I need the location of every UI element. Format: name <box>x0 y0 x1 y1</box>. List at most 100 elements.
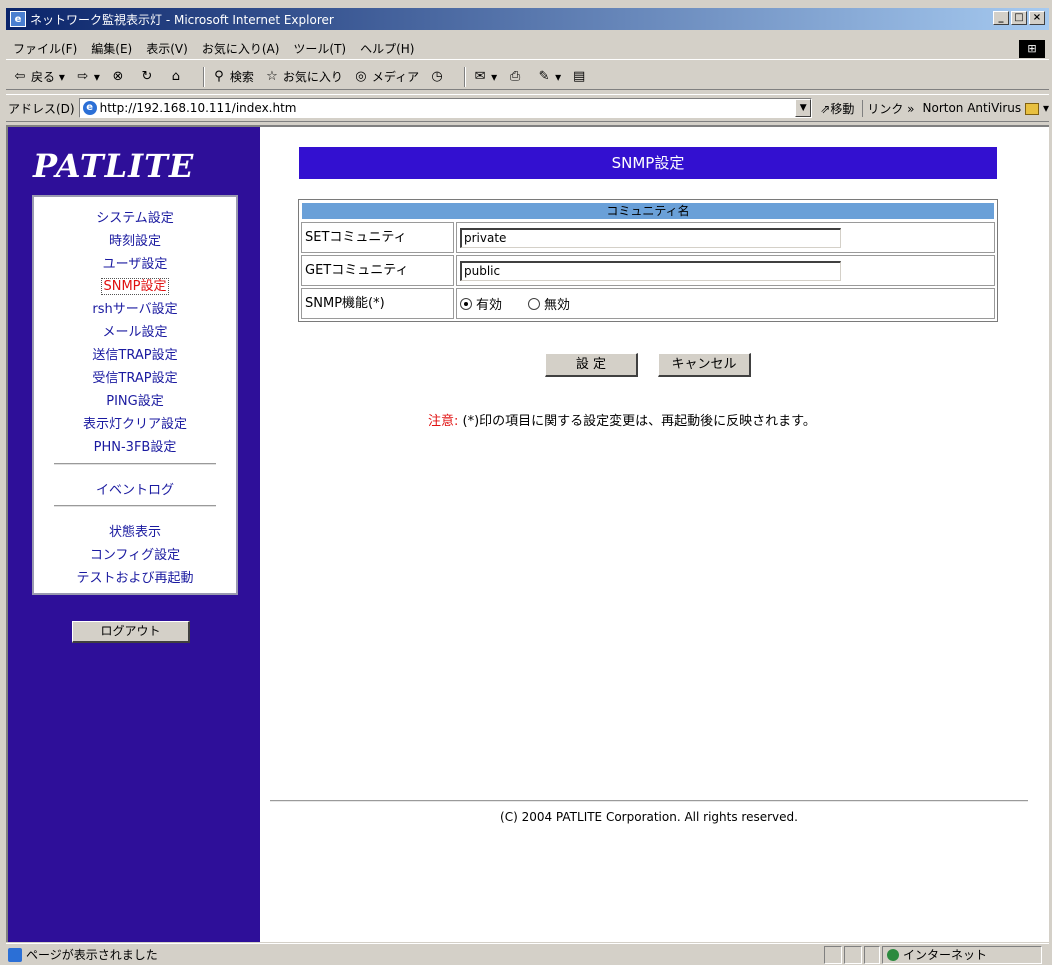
address-label: アドレス(D) <box>8 101 75 116</box>
status-text: ページが表示されました <box>26 948 158 962</box>
nav-recv-trap-settings[interactable]: 受信TRAP設定 <box>34 367 236 386</box>
table-row: SNMP機能(*) 有効 無効 <box>301 288 995 319</box>
refresh-button[interactable]: ↻ <box>139 69 158 85</box>
maximize-button[interactable]: □ <box>1011 11 1027 25</box>
sidebar: PATLITE システム設定 時刻設定 ユーザ設定 SNMP設定 rshサーバ設… <box>8 127 260 942</box>
menu-view[interactable]: 表示(V) <box>139 40 195 57</box>
nav-system-settings[interactable]: システム設定 <box>34 207 236 226</box>
address-bar: アドレス(D) e http://192.168.10.111/index.ht… <box>6 94 1049 122</box>
get-community-label: GETコミュニティ <box>301 255 454 286</box>
patlite-logo: PATLITE <box>33 147 195 185</box>
search-button[interactable]: ⚲ 検索 <box>211 68 254 85</box>
cancel-button[interactable]: キャンセル <box>658 353 751 377</box>
menu-tools[interactable]: ツール(T) <box>286 40 353 57</box>
status-message: ページが表示されました <box>8 946 158 963</box>
nav-config[interactable]: コンフィグ設定 <box>34 544 236 563</box>
norton-antivirus-button[interactable]: Norton AntiVirus ▾ <box>923 101 1050 115</box>
search-label: 検索 <box>229 70 254 84</box>
radio-checked-icon <box>460 297 472 310</box>
menu-bar: ファイル(F) 編集(E) 表示(V) お気に入り(A) ツール(T) ヘルプ(… <box>6 38 1049 60</box>
nav-snmp-settings[interactable]: SNMP設定 <box>34 275 236 295</box>
snmp-disable-radio[interactable]: 無効 <box>528 294 570 313</box>
nav-send-trap-settings[interactable]: 送信TRAP設定 <box>34 344 236 363</box>
security-zone: インターネット <box>882 946 1042 964</box>
globe-icon <box>887 949 899 961</box>
favorites-button[interactable]: ☆ お気に入り <box>264 68 343 85</box>
edit-button[interactable]: ✎ ▾ <box>536 69 561 85</box>
favorites-icon: ☆ <box>266 68 278 84</box>
toolbar-separator-2 <box>464 66 467 87</box>
nav-lamp-clear-settings[interactable]: 表示灯クリア設定 <box>34 413 236 432</box>
forward-button[interactable]: ⇨ ▾ <box>75 68 99 85</box>
page-content: PATLITE システム設定 時刻設定 ユーザ設定 SNMP設定 rshサーバ設… <box>6 125 1049 942</box>
nav-divider-2 <box>54 505 216 507</box>
footer-divider <box>270 800 1028 802</box>
disable-label: 無効 <box>544 298 571 313</box>
zone-label: インターネット <box>903 948 988 962</box>
home-icon: ⌂ <box>171 68 181 84</box>
status-cell <box>824 946 842 964</box>
nav-snmp-label: SNMP設定 <box>101 278 169 295</box>
favorites-label: お気に入り <box>282 70 343 84</box>
page-title: SNMP設定 <box>299 147 997 179</box>
status-cell <box>864 946 880 964</box>
ie-app-icon: e <box>10 11 26 27</box>
close-button[interactable]: × <box>1029 11 1045 25</box>
snmp-enable-radio[interactable]: 有効 <box>460 294 502 313</box>
menu-favorites[interactable]: お気に入り(A) <box>195 40 287 57</box>
back-arrow-icon: ⇦ <box>14 68 26 84</box>
snmp-function-label: SNMP機能(*) <box>301 288 454 319</box>
history-icon: ◷ <box>431 68 443 84</box>
forward-arrow-icon: ⇨ <box>77 68 89 84</box>
print-button[interactable]: ⎙ <box>507 69 526 85</box>
nav-mail-settings[interactable]: メール設定 <box>34 321 236 340</box>
nav-user-settings[interactable]: ユーザ設定 <box>34 253 236 272</box>
nav-divider <box>54 463 216 465</box>
note-label: 注意: <box>428 414 459 429</box>
table-row: SETコミュニティ private <box>301 222 995 253</box>
logout-button[interactable]: ログアウト <box>72 621 190 643</box>
nav-time-settings[interactable]: 時刻設定 <box>34 230 236 249</box>
links-button[interactable]: リンク » <box>862 99 915 117</box>
mail-icon: ✉ <box>474 68 486 84</box>
title-bar: e ネットワーク監視表示灯 - Microsoft Internet Explo… <box>6 8 1049 30</box>
community-settings-table: コミュニティ名 SETコミュニティ private GETコミュニティ publ… <box>298 199 998 322</box>
discuss-button[interactable]: ▤ <box>571 69 590 85</box>
enable-label: 有効 <box>476 298 503 313</box>
address-dropdown-button[interactable]: ▼ <box>795 99 812 117</box>
page-done-icon <box>8 947 22 962</box>
edit-icon: ✎ <box>538 68 550 84</box>
toolbar-separator <box>202 66 205 87</box>
submit-button[interactable]: 設 定 <box>545 353 638 377</box>
nav-phn-settings[interactable]: PHN-3FB設定 <box>34 436 236 455</box>
menu-edit[interactable]: 編集(E) <box>84 40 139 57</box>
nav-status[interactable]: 状態表示 <box>34 521 236 540</box>
go-label: 移動 <box>830 101 855 116</box>
go-button[interactable]: ⇗移動 <box>820 100 854 117</box>
minimize-button[interactable]: _ <box>993 11 1009 25</box>
restart-note: 注意: (*)印の項目に関する設定変更は、再起動後に反映されます。 <box>428 410 816 429</box>
stop-button[interactable]: ⊗ <box>110 69 129 85</box>
table-row: GETコミュニティ public <box>301 255 995 286</box>
norton-label: Norton AntiVirus <box>922 101 1022 115</box>
copyright-footer: (C) 2004 PATLITE Corporation. All rights… <box>500 810 798 824</box>
home-button[interactable]: ⌂ <box>168 69 187 85</box>
refresh-icon: ↻ <box>141 68 153 84</box>
status-cell <box>844 946 862 964</box>
nav-ping-settings[interactable]: PING設定 <box>34 390 236 409</box>
nav-event-log[interactable]: イベントログ <box>34 479 236 498</box>
nav-rsh-settings[interactable]: rshサーバ設定 <box>34 298 236 317</box>
get-community-input[interactable]: public <box>460 260 841 281</box>
back-button[interactable]: ⇦ 戻る ▾ <box>12 68 65 85</box>
toolbar: ⇦ 戻る ▾ ⇨ ▾ ⊗ ↻ ⌂ ⚲ 検索 ☆ お気に入り ◎ メディア ◷ ✉ ▾ ⎙ ✎… <box>6 64 1049 90</box>
mail-button[interactable]: ✉ ▾ <box>472 69 497 85</box>
menu-file[interactable]: ファイル(F) <box>6 40 84 57</box>
norton-icon <box>1025 102 1040 115</box>
history-button[interactable]: ◷ <box>429 69 448 85</box>
media-button[interactable]: ◎ メディア <box>353 68 419 85</box>
nav-test-restart[interactable]: テストおよび再起動 <box>34 567 236 586</box>
address-input[interactable]: e http://192.168.10.111/index.htm ▼ <box>78 98 813 118</box>
page-icon: e <box>82 101 97 115</box>
set-community-input[interactable]: private <box>460 227 841 248</box>
menu-help[interactable]: ヘルプ(H) <box>353 40 421 57</box>
